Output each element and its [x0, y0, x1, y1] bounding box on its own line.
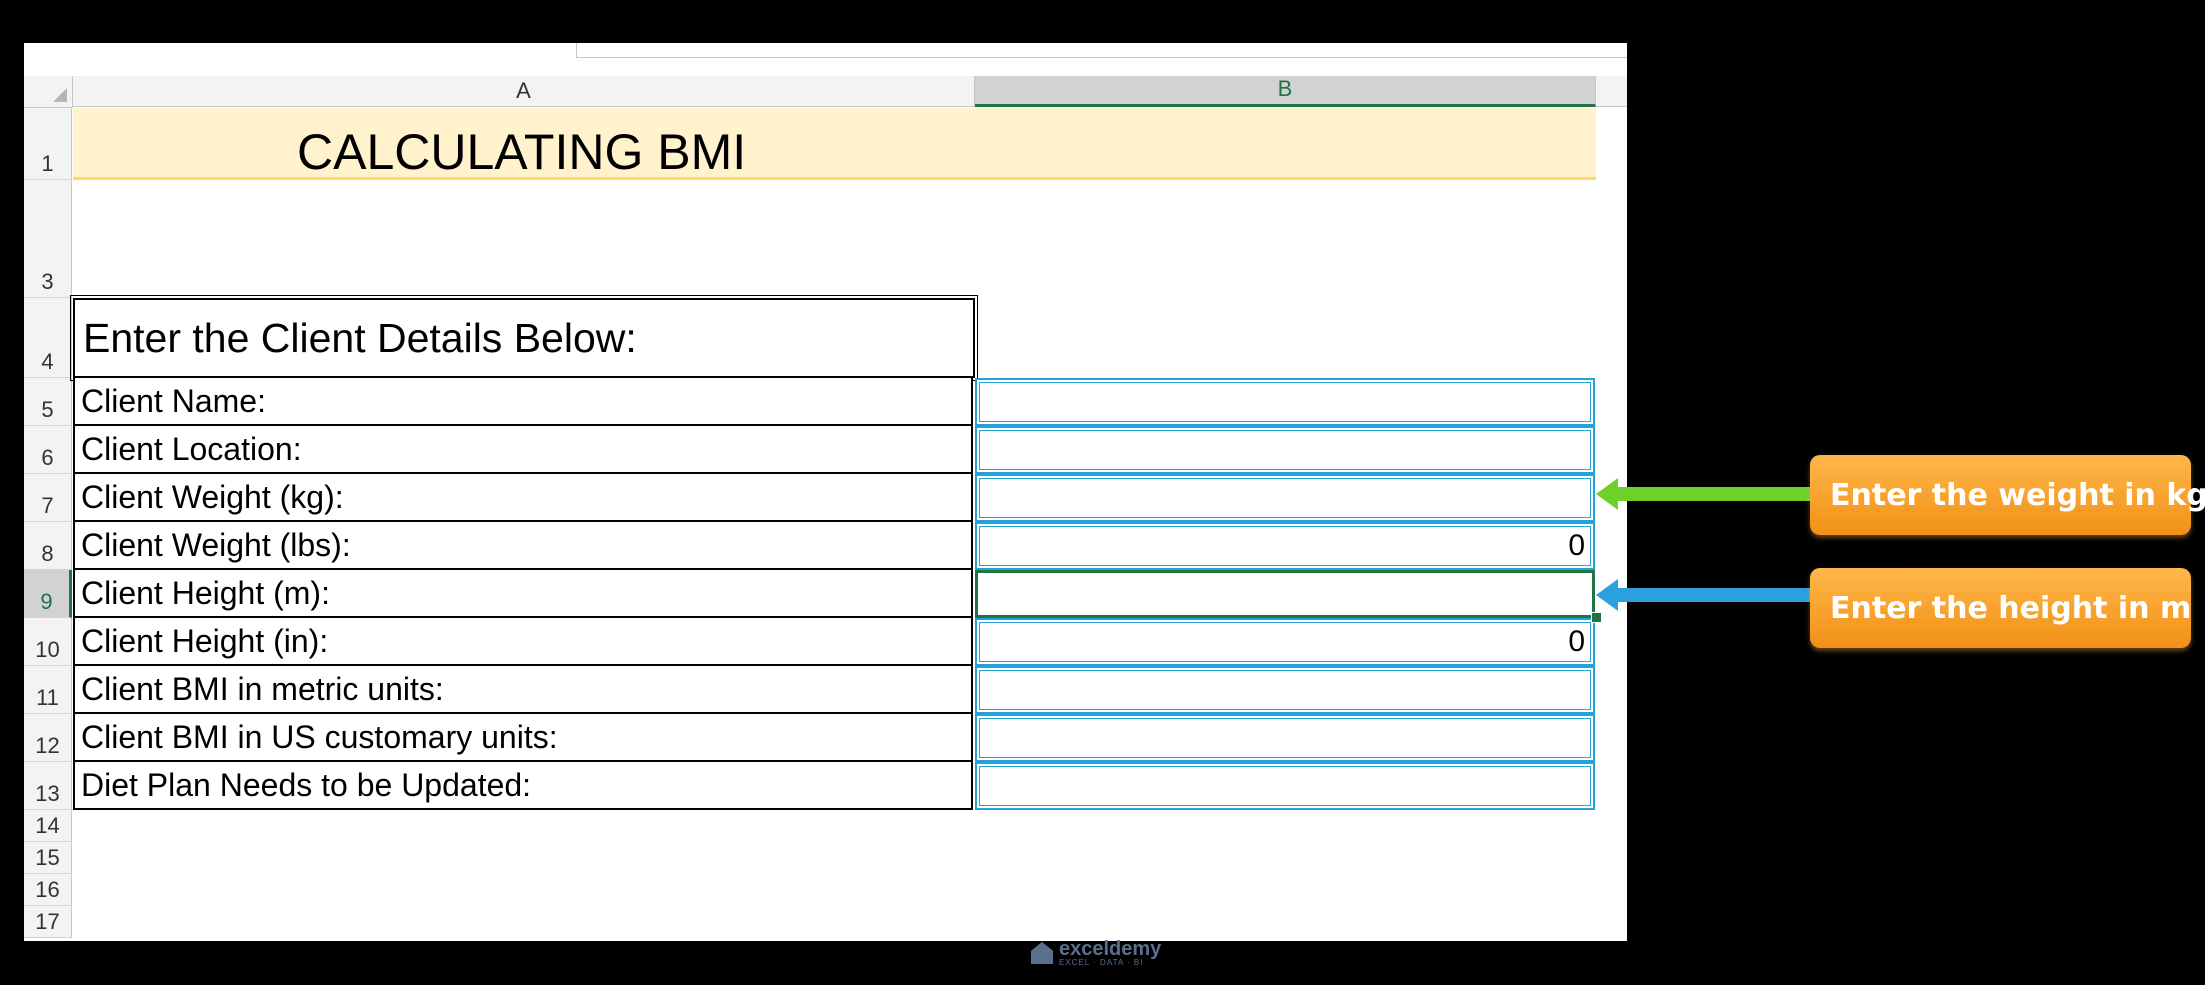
- row-header-16[interactable]: 16: [24, 874, 72, 906]
- row-header-12[interactable]: 12: [24, 714, 72, 762]
- label-diet-plan[interactable]: Diet Plan Needs to be Updated:: [73, 762, 973, 810]
- row-header-1[interactable]: 1: [24, 108, 72, 180]
- input-client-name[interactable]: [975, 378, 1595, 426]
- row-header-10[interactable]: 10: [24, 618, 72, 666]
- input-bmi-us[interactable]: [975, 714, 1595, 762]
- watermark-name: exceldemy: [1059, 938, 1162, 960]
- height-arrow-icon: [1596, 579, 1812, 611]
- input-client-height-in[interactable]: 0: [975, 618, 1595, 666]
- label-client-height-m[interactable]: Client Height (m):: [73, 570, 973, 618]
- row-header-13[interactable]: 13: [24, 762, 72, 810]
- row-header-6[interactable]: 6: [24, 426, 72, 474]
- row-header-4[interactable]: 4: [24, 298, 72, 378]
- house-logo-icon: [1031, 942, 1053, 964]
- row-header-3[interactable]: 3: [24, 266, 72, 298]
- watermark-tagline: EXCEL · DATA · BI: [1059, 958, 1144, 967]
- formula-bar[interactable]: [576, 43, 1627, 58]
- column-header-b[interactable]: B: [975, 76, 1596, 107]
- input-diet-plan[interactable]: [975, 762, 1595, 810]
- label-client-name[interactable]: Client Name:: [73, 378, 973, 426]
- row-header-17[interactable]: 17: [24, 906, 72, 938]
- row-header-11[interactable]: 11: [24, 666, 72, 714]
- column-header-a[interactable]: A: [73, 76, 975, 107]
- label-client-height-in[interactable]: Client Height (in):: [73, 618, 973, 666]
- row-header-14[interactable]: 14: [24, 810, 72, 842]
- row-header-7[interactable]: 7: [24, 474, 72, 522]
- input-client-location[interactable]: [975, 426, 1595, 474]
- sheet-title: CALCULATING BMI: [297, 124, 747, 180]
- input-client-height-m[interactable]: [975, 570, 1595, 618]
- row-header-8[interactable]: 8: [24, 522, 72, 570]
- row-header-9[interactable]: 9: [24, 570, 72, 618]
- label-client-weight-kg[interactable]: Client Weight (kg):: [73, 474, 973, 522]
- weight-callout: Enter the weight in kg: [1810, 455, 2205, 535]
- fill-handle[interactable]: [1591, 612, 1602, 623]
- input-client-weight-kg[interactable]: [975, 474, 1595, 522]
- label-bmi-metric[interactable]: Client BMI in metric units:: [73, 666, 973, 714]
- row-header-15[interactable]: 15: [24, 842, 72, 874]
- weight-arrow-icon: [1596, 478, 1812, 510]
- input-client-weight-lbs[interactable]: 0: [975, 522, 1595, 570]
- label-bmi-us[interactable]: Client BMI in US customary units:: [73, 714, 973, 762]
- select-all-button[interactable]: [24, 76, 73, 108]
- exceldemy-watermark: exceldemy EXCEL · DATA · BI: [1031, 936, 1171, 970]
- spreadsheet: A B 1 2 3 4 5 6 7 8 9 10 11 12 13 14 15 …: [24, 43, 1627, 941]
- label-client-weight-lbs[interactable]: Client Weight (lbs):: [73, 522, 973, 570]
- section-header-cell[interactable]: Enter the Client Details Below:: [70, 295, 978, 381]
- input-bmi-metric[interactable]: [975, 666, 1595, 714]
- label-client-location[interactable]: Client Location:: [73, 426, 973, 474]
- column-header-c[interactable]: [1596, 76, 1627, 107]
- height-callout: Enter the height in m: [1810, 568, 2191, 648]
- row-header-5[interactable]: 5: [24, 378, 72, 426]
